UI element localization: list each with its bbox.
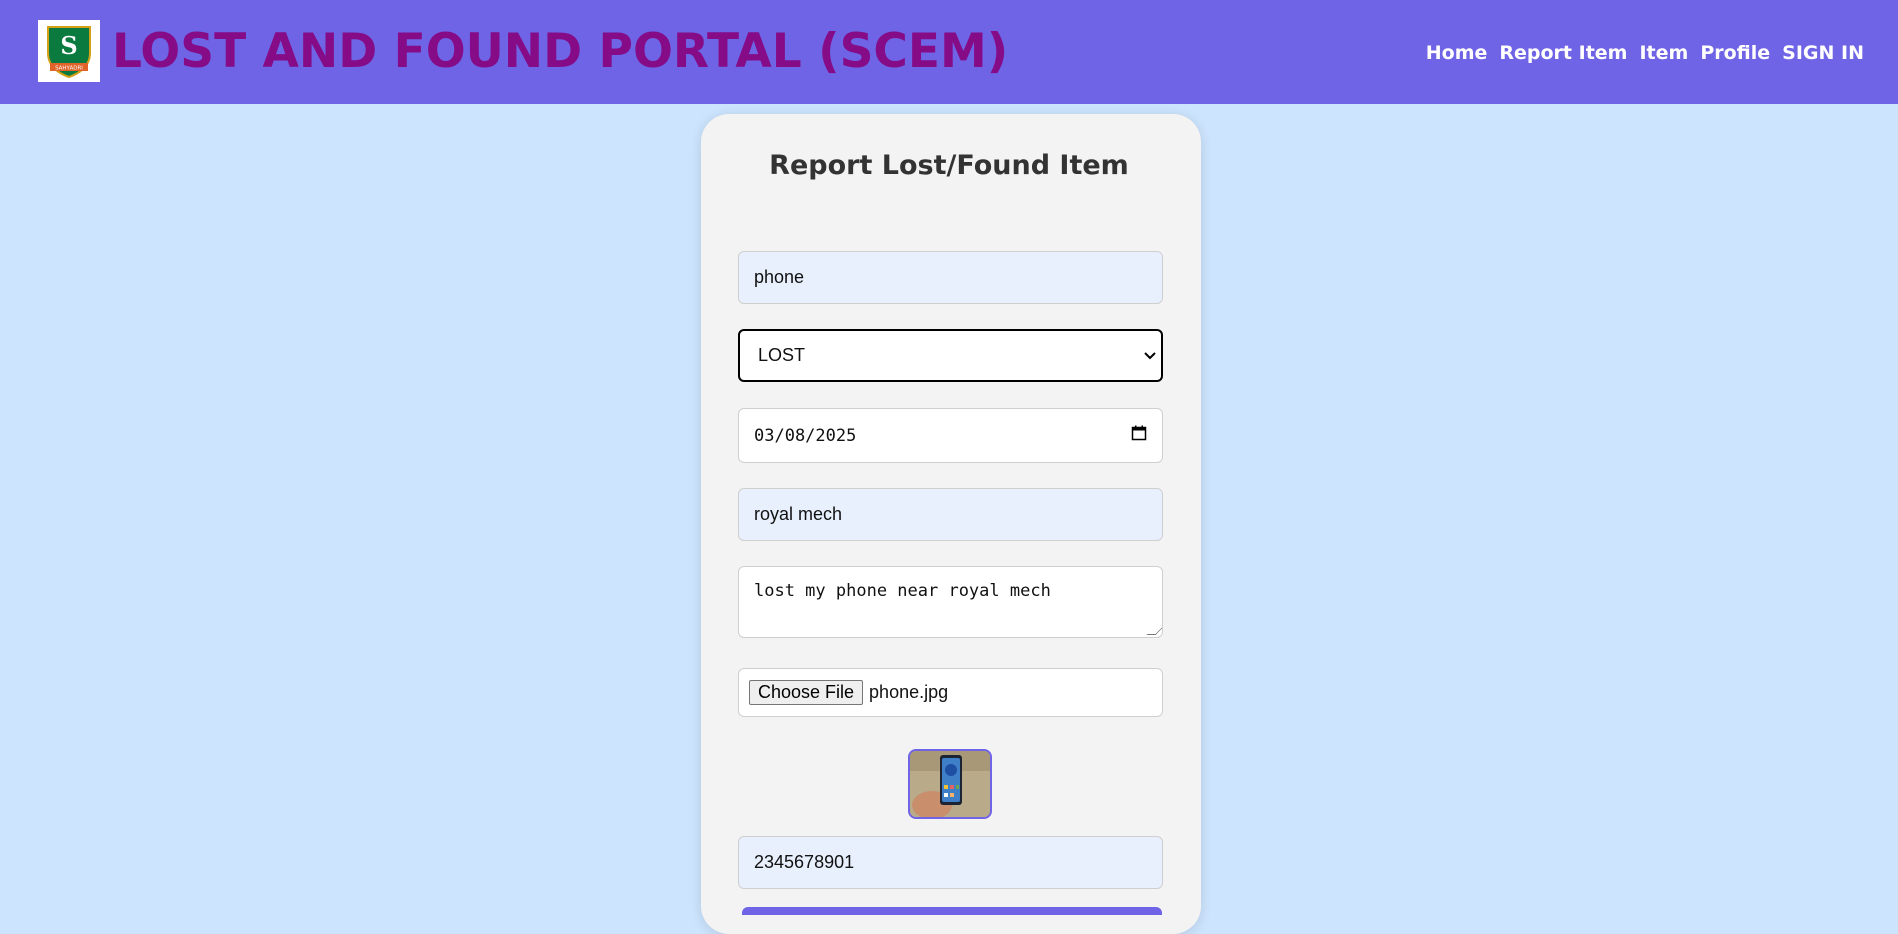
status-select[interactable]: LOST	[738, 329, 1163, 382]
svg-text:SAHYADRI: SAHYADRI	[55, 66, 83, 72]
chevron-down-icon	[1143, 345, 1157, 366]
nav-home[interactable]: Home	[1426, 38, 1488, 68]
item-name-value: phone	[754, 267, 805, 287]
image-preview	[908, 749, 992, 819]
item-name-input[interactable]: phone	[738, 251, 1163, 304]
status-value: LOST	[758, 345, 806, 365]
nav-report-item[interactable]: Report Item	[1499, 38, 1627, 68]
description-textarea[interactable]: lost my phone near royal mech	[738, 566, 1163, 638]
nav-sign-in[interactable]: SIGN IN	[1782, 38, 1864, 68]
main-nav: Home Report Item Item Profile SIGN IN	[1426, 38, 1864, 68]
file-name: phone.jpg	[869, 682, 949, 702]
college-logo: S SAHYADRI	[38, 20, 100, 82]
resize-handle-icon[interactable]	[1146, 626, 1162, 635]
phone-photo-thumbnail	[910, 751, 990, 817]
location-value: royal mech	[754, 504, 843, 524]
navbar: S SAHYADRI LOST AND FOUND PORTAL (SCEM) …	[0, 0, 1898, 104]
submit-button[interactable]	[742, 907, 1162, 915]
svg-text:S: S	[60, 31, 77, 60]
site-title: LOST AND FOUND PORTAL (SCEM)	[112, 24, 1009, 79]
description-value: lost my phone near royal mech	[754, 581, 1051, 601]
file-upload-input[interactable]: Choose File phone.jpg	[738, 668, 1163, 717]
choose-file-button[interactable]: Choose File	[749, 680, 864, 705]
form-heading: Report Lost/Found Item	[769, 150, 1129, 181]
date-input[interactable]: 03/08/2025	[738, 408, 1163, 463]
calendar-icon[interactable]	[1131, 425, 1147, 446]
date-value: 03/08/2025	[754, 425, 857, 446]
location-input[interactable]: royal mech	[738, 488, 1163, 541]
nav-profile[interactable]: Profile	[1700, 38, 1770, 68]
nav-item[interactable]: Item	[1639, 38, 1688, 68]
phone-number-value: 2345678901	[754, 852, 855, 872]
phone-number-input[interactable]: 2345678901	[738, 836, 1163, 889]
